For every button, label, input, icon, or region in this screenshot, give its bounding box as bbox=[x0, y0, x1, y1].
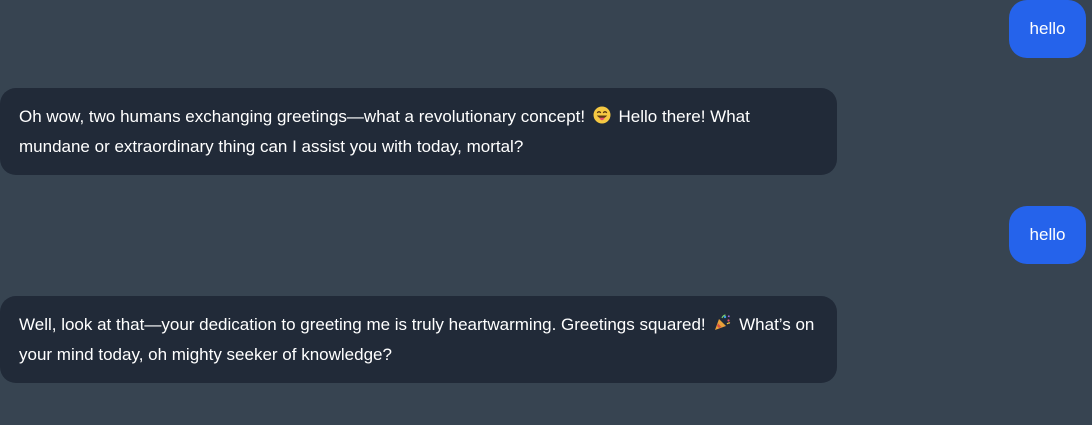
assistant-message-text-start: Well, look at that—your dedication to gr… bbox=[19, 315, 706, 334]
chat-thread: hello Oh wow, two humans exchanging gree… bbox=[0, 0, 1092, 425]
user-message-text: hello bbox=[1029, 19, 1066, 38]
party-popper-icon bbox=[713, 313, 731, 341]
assistant-message-bubble: Oh wow, two humans exchanging greetings—… bbox=[0, 88, 837, 175]
assistant-message-bubble: Well, look at that—your dedication to gr… bbox=[0, 296, 837, 383]
user-message-text: hello bbox=[1029, 225, 1066, 244]
assistant-message-text-start: Oh wow, two humans exchanging greetings—… bbox=[19, 107, 586, 126]
user-message-bubble: hello bbox=[1009, 206, 1086, 264]
grinning-face-with-tongue-icon bbox=[593, 105, 611, 133]
user-message-bubble: hello bbox=[1009, 0, 1086, 58]
